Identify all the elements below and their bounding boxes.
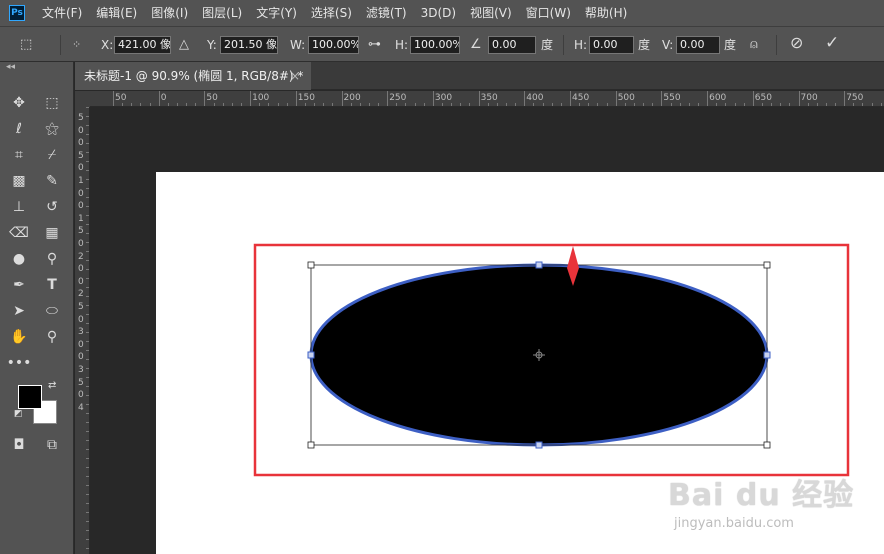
baidu-watermark: Bai du 经验 jingyan.baidu.com	[668, 470, 868, 550]
transform-handle-left[interactable]	[307, 351, 315, 359]
transform-handle-bottom[interactable]	[535, 441, 543, 449]
watermark-main-text: Bai du 经验	[668, 478, 855, 513]
transform-handle-top-right[interactable]	[763, 261, 771, 269]
transform-handle-bottom-left[interactable]	[307, 441, 315, 449]
transform-handle-bottom-right[interactable]	[763, 441, 771, 449]
transform-handle-right[interactable]	[763, 351, 771, 359]
watermark-url-text: jingyan.baidu.com	[674, 516, 794, 531]
transform-handle-top[interactable]	[535, 261, 543, 269]
transform-handle-top-left[interactable]	[307, 261, 315, 269]
